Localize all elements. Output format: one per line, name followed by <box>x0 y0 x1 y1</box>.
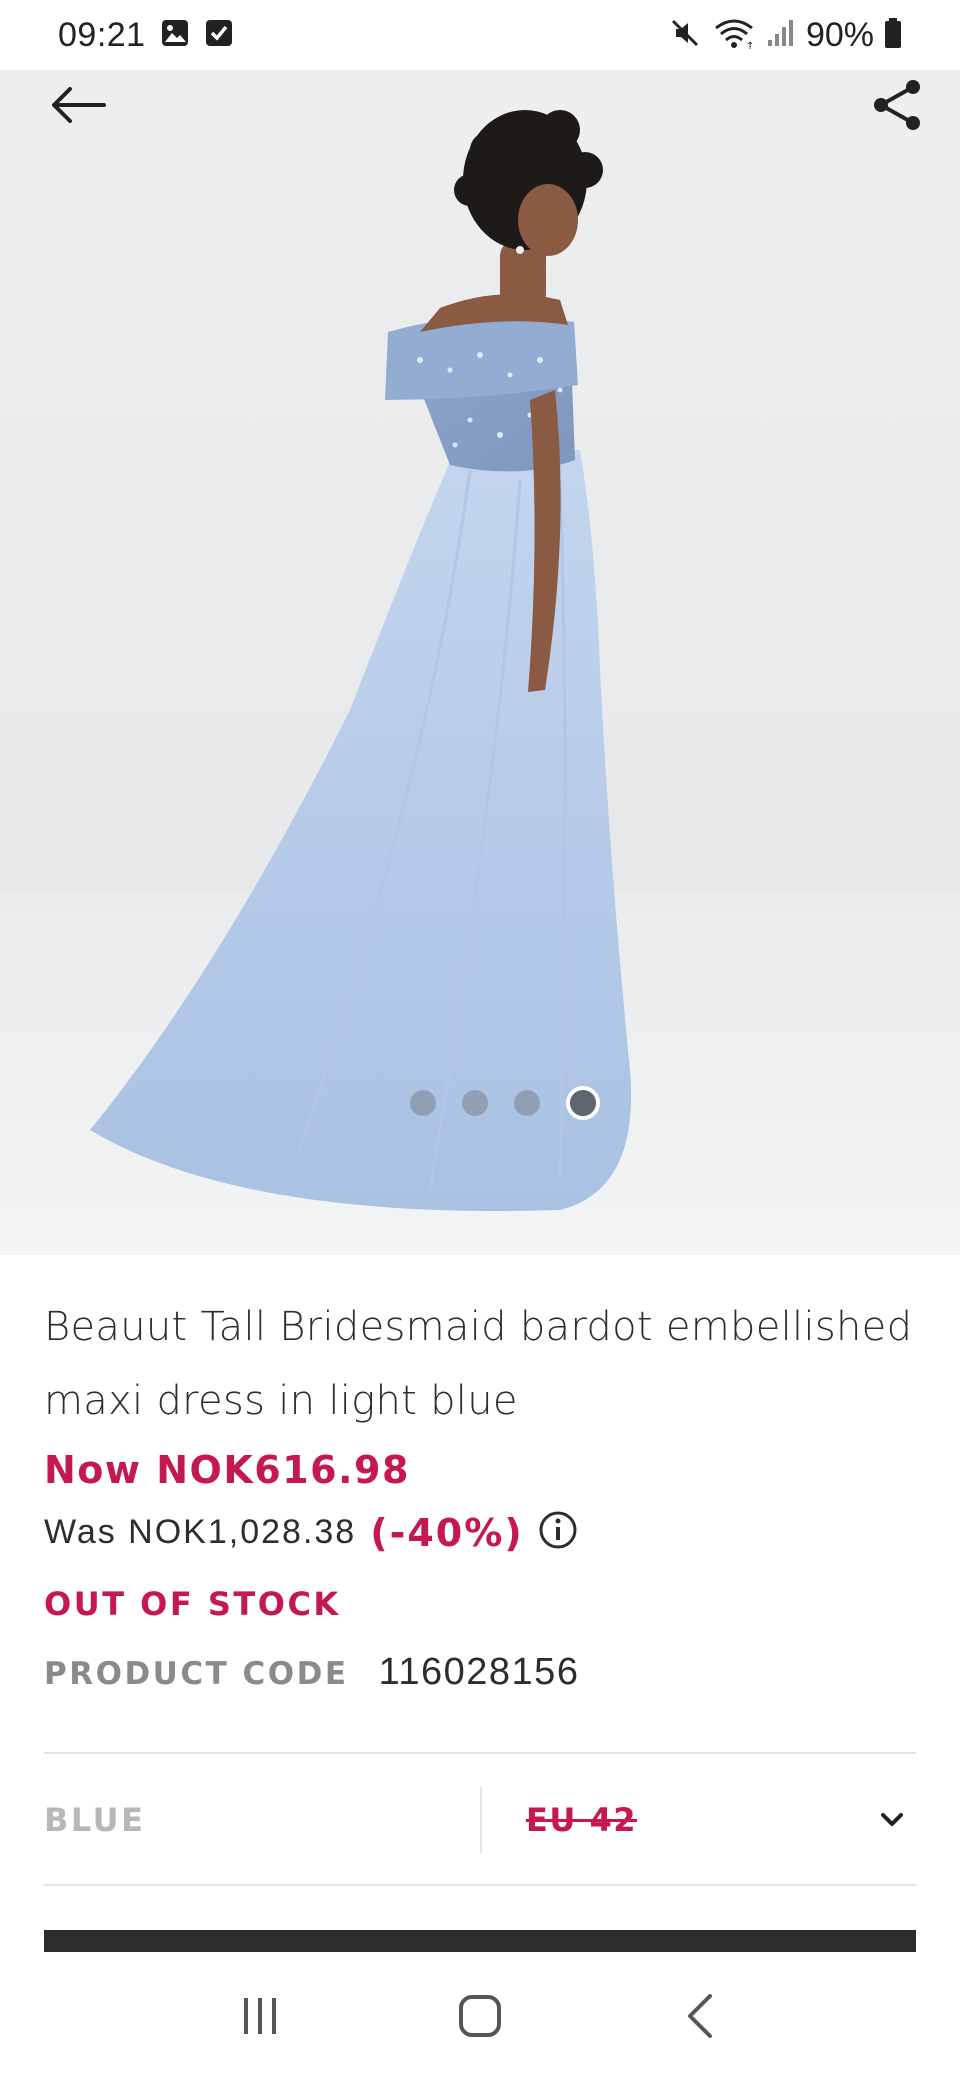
carousel-dot-active[interactable] <box>566 1086 600 1120</box>
product-image-carousel[interactable] <box>0 70 960 1255</box>
product-title: Beauut Tall Bridesmaid bardot embellishe… <box>44 1304 913 1424</box>
checkbox-icon <box>204 18 234 53</box>
carousel-indicator <box>0 1086 960 1120</box>
home-icon <box>459 1995 501 2037</box>
share-icon <box>874 80 920 130</box>
recent-apps-icon <box>244 1998 276 2034</box>
variant-selectors: BLUE EU 42 <box>44 1755 916 1885</box>
back-button[interactable] <box>40 70 116 140</box>
product-code-row: PRODUCT CODE 116028156 <box>44 1651 924 1694</box>
carousel-dot[interactable] <box>514 1090 540 1116</box>
status-time: 09:21 <box>58 15 146 54</box>
info-icon[interactable] <box>538 1510 578 1555</box>
stock-status: OUT OF STOCK <box>44 1585 341 1623</box>
svg-text:↑↓: ↑↓ <box>746 41 756 50</box>
size-dropdown[interactable]: EU 42 <box>482 1801 916 1839</box>
discount-badge: (-40%) <box>370 1510 524 1555</box>
status-bar: 09:21 ↑↓ 90% <box>0 0 960 70</box>
system-back-button[interactable] <box>655 1971 745 2061</box>
home-button[interactable] <box>435 1971 525 2061</box>
divider <box>44 1752 916 1754</box>
add-to-bag-button[interactable] <box>44 1930 916 1952</box>
arrow-left-icon <box>52 87 106 123</box>
system-navigation-bar <box>0 1952 960 2080</box>
gallery-icon <box>160 18 190 53</box>
size-selected-value: EU 42 <box>526 1801 638 1839</box>
chevron-down-icon <box>881 1813 903 1826</box>
battery-icon <box>884 17 902 54</box>
carousel-dot[interactable] <box>410 1090 436 1116</box>
price-now: Now NOK616.98 <box>44 1448 410 1492</box>
price-was: Was NOK1,028.38 <box>44 1513 357 1551</box>
product-code-value: 116028156 <box>378 1651 580 1693</box>
battery-percent: 90% <box>805 15 874 54</box>
carousel-dot[interactable] <box>462 1090 488 1116</box>
recent-apps-button[interactable] <box>215 1971 305 2061</box>
share-button[interactable] <box>862 70 932 140</box>
product-code-label: PRODUCT CODE <box>44 1656 349 1692</box>
colour-label: BLUE <box>44 1801 146 1839</box>
product-info: Beauut Tall Bridesmaid bardot embellishe… <box>44 1290 924 1694</box>
back-chevron-icon <box>688 1994 712 2038</box>
signal-icon <box>766 16 796 55</box>
wifi-icon: ↑↓ <box>712 16 763 55</box>
price-was-row: Was NOK1,028.38 (-40%) <box>44 1510 924 1555</box>
mute-icon <box>668 16 702 55</box>
divider <box>44 1884 916 1886</box>
product-image <box>90 110 632 1211</box>
